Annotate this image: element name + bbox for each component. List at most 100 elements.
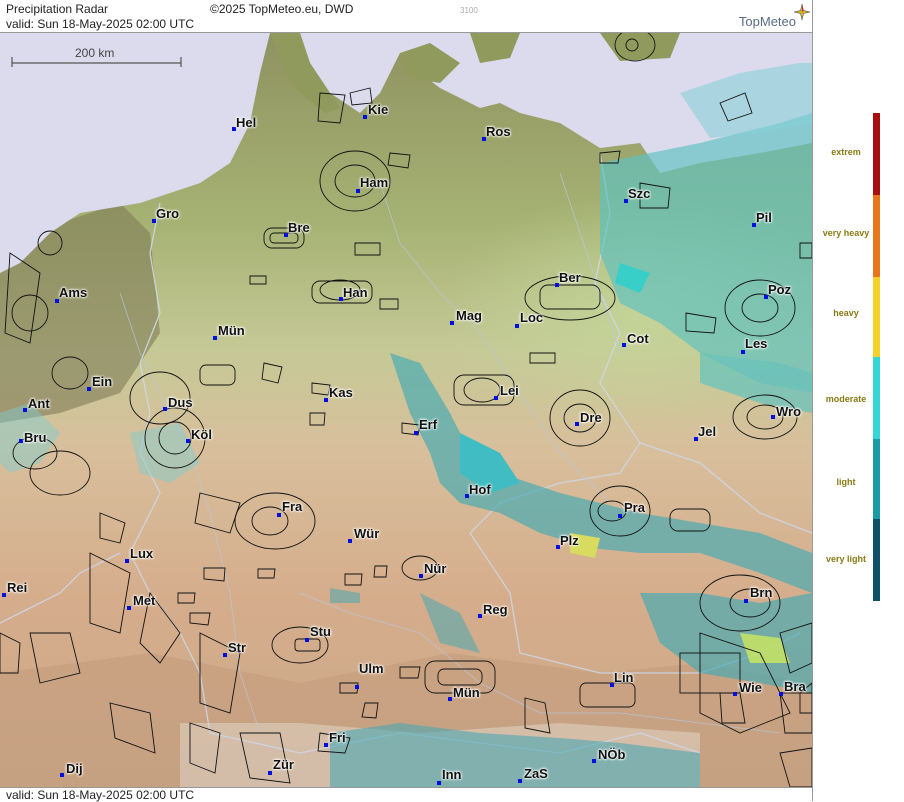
legend-label-very-light: very light <box>825 554 866 564</box>
city-label-loc[interactable]: Loc <box>520 310 543 325</box>
city-dot <box>60 773 64 777</box>
city-label-luxembourg[interactable]: Lux <box>130 546 153 561</box>
city-label-munster[interactable]: Mün <box>218 323 245 338</box>
city-label-brno[interactable]: Brn <box>750 585 772 600</box>
city-label-wroclaw[interactable]: Wro <box>776 404 801 419</box>
city-dot <box>622 343 626 347</box>
city-label-poznan[interactable]: Poz <box>768 282 791 297</box>
city-dot <box>186 439 190 443</box>
city-label-antwerpen[interactable]: Ant <box>28 396 50 411</box>
city-label-eindhoven[interactable]: Ein <box>92 374 112 389</box>
city-label-bremen[interactable]: Bre <box>288 220 310 235</box>
city-dot <box>324 398 328 402</box>
compass-star-icon <box>794 4 810 20</box>
city-label-koln[interactable]: Köl <box>191 427 212 442</box>
city-label-innsbruck[interactable]: Inn <box>442 767 462 782</box>
city-label-zurich[interactable]: Zür <box>273 757 294 772</box>
city-label-leipzig[interactable]: Lei <box>500 383 519 398</box>
city-label-wien[interactable]: Wie <box>739 680 762 695</box>
city-label-ulm[interactable]: Ulm <box>359 661 384 676</box>
city-dot <box>733 692 737 696</box>
city-dot <box>348 539 352 543</box>
city-dot <box>163 407 167 411</box>
city-label-kiel[interactable]: Kie <box>368 102 388 117</box>
city-dot <box>618 514 622 518</box>
city-label-reims[interactable]: Rei <box>7 580 27 595</box>
city-label-strasbourg[interactable]: Str <box>228 640 246 655</box>
map-header: Precipitation Radar ©2025 TopMeteo.eu, D… <box>0 0 812 33</box>
legend-label-very-heavy: very heavy <box>822 228 870 238</box>
city-label-regensburg[interactable]: Reg <box>483 602 508 617</box>
legend-label-moderate: moderate <box>825 394 867 404</box>
city-label-cottbus[interactable]: Cot <box>627 331 649 346</box>
city-label-hamburg[interactable]: Ham <box>360 175 388 190</box>
city-dot <box>23 408 27 412</box>
city-label-wurzburg[interactable]: Wür <box>354 526 379 541</box>
city-label-hof[interactable]: Hof <box>469 482 491 497</box>
topmeteo-logo[interactable]: TopMeteo <box>739 4 810 29</box>
city-label-helgoland[interactable]: Hel <box>236 115 256 130</box>
city-label-groningen[interactable]: Gro <box>156 206 179 221</box>
city-dot <box>448 697 452 701</box>
city-label-jelenia-gora[interactable]: Jel <box>698 424 716 439</box>
city-dot <box>223 653 227 657</box>
city-label-frankfurt[interactable]: Fra <box>282 499 302 514</box>
city-dot <box>2 593 6 597</box>
city-label-hannover[interactable]: Han <box>343 285 368 300</box>
city-dot <box>268 771 272 775</box>
city-dot <box>437 781 441 785</box>
city-dot <box>363 115 367 119</box>
city-label-dresden[interactable]: Dre <box>580 410 602 425</box>
city-label-rostock[interactable]: Ros <box>486 124 511 139</box>
city-label-amsterdam[interactable]: Ams <box>59 285 87 300</box>
city-label-linz[interactable]: Lin <box>614 670 634 685</box>
city-dot <box>592 759 596 763</box>
city-label-plzen[interactable]: Plz <box>560 533 579 548</box>
map-title: Precipitation Radar <box>6 2 109 16</box>
radar-map[interactable]: Kie Hel Ros Ham Szc Gro Bre Pil Ams Han … <box>0 33 812 787</box>
city-label-erfurt[interactable]: Erf <box>419 417 437 432</box>
city-label-magdeburg[interactable]: Mag <box>456 308 482 323</box>
city-label-noeb[interactable]: NÖb <box>598 747 625 762</box>
copyright-text: ©2025 TopMeteo.eu, DWD <box>210 2 354 16</box>
city-label-brussel[interactable]: Bru <box>24 430 46 445</box>
city-label-stuttgart[interactable]: Stu <box>310 624 331 639</box>
city-label-leszno[interactable]: Les <box>745 336 767 351</box>
city-dot <box>744 599 748 603</box>
city-label-pila[interactable]: Pil <box>756 210 772 225</box>
city-dot <box>277 513 281 517</box>
city-label-dijon[interactable]: Dij <box>66 761 83 776</box>
intensity-legend: extrem very heavy heavy moderate light v… <box>812 0 904 801</box>
city-dot <box>771 415 775 419</box>
legend-label-heavy: heavy <box>833 308 859 318</box>
city-label-metz[interactable]: Met <box>133 593 155 608</box>
city-dot <box>355 685 359 689</box>
city-label-munchen[interactable]: Mün <box>453 685 480 700</box>
city-dot <box>87 387 91 391</box>
scale-label: 200 km <box>75 46 115 60</box>
city-dot <box>575 422 579 426</box>
city-dot <box>305 638 309 642</box>
city-label-zell-am-see[interactable]: ZaS <box>524 766 548 781</box>
map-canvas <box>0 33 812 787</box>
valid-time: valid: Sun 18-May-2025 02:00 UTC <box>6 17 195 31</box>
legend-label-extrem: extrem <box>831 147 861 157</box>
city-label-nurnberg[interactable]: Nür <box>424 561 446 576</box>
city-label-praha[interactable]: Pra <box>624 500 645 515</box>
city-label-bratislava[interactable]: Bra <box>784 679 806 694</box>
city-label-szczecin[interactable]: Szc <box>628 186 650 201</box>
city-dot <box>19 439 23 443</box>
city-dot <box>515 324 519 328</box>
city-dot <box>213 336 217 340</box>
city-dot <box>779 692 783 696</box>
map-footer: valid: Sun 18-May-2025 02:00 UTC <box>0 787 812 802</box>
city-dot <box>494 396 498 400</box>
city-label-dusseldorf[interactable]: Dus <box>168 395 193 410</box>
city-dot <box>125 559 129 563</box>
city-dot <box>518 779 522 783</box>
city-dot <box>450 321 454 325</box>
city-label-berlin[interactable]: Ber <box>559 270 581 285</box>
city-label-friedrichshafen[interactable]: Fri <box>329 730 346 745</box>
city-label-kassel[interactable]: Kas <box>329 385 353 400</box>
city-dot <box>478 614 482 618</box>
